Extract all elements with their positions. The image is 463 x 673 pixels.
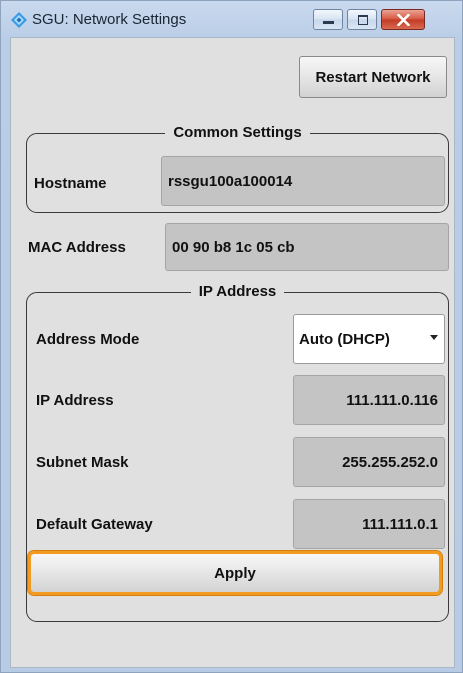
default-gateway-field[interactable]: 111.111.0.1 [293, 499, 445, 549]
hostname-field[interactable]: rssgu100a100014 [161, 156, 445, 206]
title-bar[interactable]: SGU: Network Settings [1, 1, 462, 35]
address-mode-select[interactable]: Auto (DHCP) [293, 314, 445, 364]
close-button[interactable] [381, 9, 425, 30]
ip-address-field[interactable]: 111.111.0.116 [293, 375, 445, 425]
maximize-button[interactable] [347, 9, 377, 30]
address-mode-value: Auto (DHCP) [299, 330, 390, 348]
hostname-label: Hostname [34, 175, 107, 192]
window-title: SGU: Network Settings [32, 11, 187, 28]
chevron-down-icon [430, 335, 438, 340]
default-gateway-label: Default Gateway [36, 516, 153, 533]
minimize-button[interactable] [313, 9, 343, 30]
mac-address-field: 00 90 b8 1c 05 cb [165, 223, 449, 271]
restart-network-button[interactable]: Restart Network [299, 56, 447, 98]
rohde-schwarz-diamond-icon [11, 12, 27, 28]
network-settings-window: SGU: Network Settings Restart Network Co… [0, 0, 463, 673]
common-settings-group: Common Settings Hostname rssgu100a100014 [26, 124, 449, 213]
ip-address-group-title: IP Address [190, 283, 285, 300]
apply-button[interactable]: Apply [28, 551, 442, 595]
close-icon [397, 14, 410, 26]
address-mode-label: Address Mode [36, 331, 140, 348]
dialog-content: Restart Network Common Settings Hostname… [10, 37, 455, 668]
ip-address-label: IP Address [36, 392, 114, 409]
subnet-mask-label: Subnet Mask [36, 454, 129, 471]
common-settings-title: Common Settings [165, 124, 310, 141]
mac-address-label: MAC Address [28, 239, 126, 256]
subnet-mask-field[interactable]: 255.255.252.0 [293, 437, 445, 487]
